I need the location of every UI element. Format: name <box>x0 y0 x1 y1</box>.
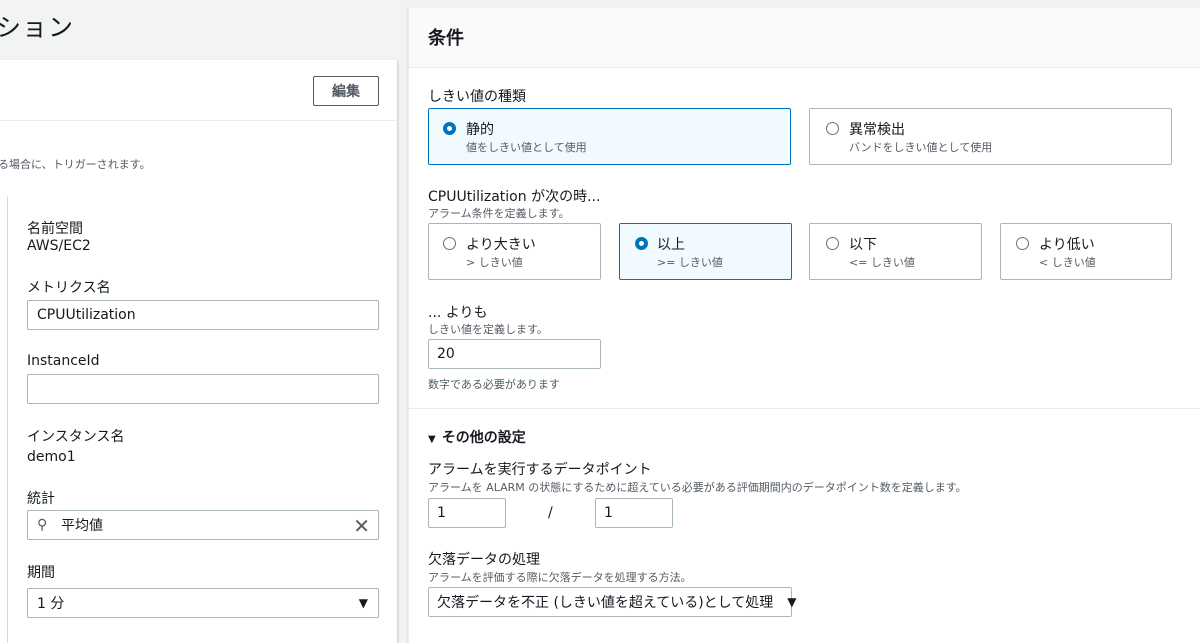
tile-desc: > しきい値 <box>466 256 523 269</box>
radio-selected-icon <box>635 237 648 250</box>
missing-data-desc: アラームを評価する際に欠落データを処理する方法。 <box>428 571 692 584</box>
conditions-panel: 条件 しきい値の種類 静的 値をしきい値として使用 異常検出 バンドをしきい値と… <box>408 8 1200 643</box>
datapoints-value-1: 1 <box>437 505 446 521</box>
radio-selected-icon <box>443 122 456 135</box>
when-desc: アラーム条件を定義します。 <box>428 207 570 220</box>
than-desc: しきい値を定義します。 <box>428 323 548 336</box>
statistic-search-field[interactable]: ⚲ 平均値 ✕ <box>27 510 379 540</box>
radio-icon <box>443 237 456 250</box>
metric-name-value: CPUUtilization <box>37 307 136 323</box>
conditions-title: 条件 <box>428 28 464 49</box>
datapoints-value-2: 1 <box>604 505 613 521</box>
tile-title: 以下 <box>849 237 877 253</box>
datapoints-desc: アラームを ALARM の状態にするために超えている必要がある評価期間内のデータ… <box>428 481 967 494</box>
additional-config-toggle[interactable]: ▼ その他の設定 <box>428 427 526 447</box>
when-label: CPUUtilization が次の時... <box>428 189 601 205</box>
caret-down-icon: ▼ <box>428 434 436 445</box>
threshold-type-static[interactable]: 静的 値をしきい値として使用 <box>428 108 791 165</box>
period-label: 期間 <box>27 565 55 581</box>
metric-name-field[interactable]: CPUUtilization <box>27 300 379 330</box>
tile-title: より低い <box>1039 237 1095 253</box>
metric-panel-header: 編集 <box>0 60 397 121</box>
clear-icon[interactable]: ✕ <box>353 514 370 538</box>
tile-title: より大きい <box>466 237 536 253</box>
page-title: ション <box>0 13 75 42</box>
caret-down-icon: ▼ <box>787 595 797 609</box>
radio-icon <box>826 122 839 135</box>
period-value: 1 分 <box>37 596 65 612</box>
tile-title: 静的 <box>466 122 494 138</box>
missing-data-value: 欠落データを不正 (しきい値を超えている)として処理 <box>437 595 774 611</box>
tile-desc: 値をしきい値として使用 <box>466 141 587 154</box>
metric-panel: 編集 る場合に、トリガーされます。 名前空間 AWS/EC2 メトリクス名 CP… <box>0 60 398 643</box>
threshold-hint: 数字である必要があります <box>428 378 560 391</box>
threshold-value: 20 <box>437 346 455 362</box>
instance-id-field[interactable] <box>27 374 379 404</box>
missing-data-label: 欠落データの処理 <box>428 552 540 568</box>
trigger-description: る場合に、トリガーされます。 <box>0 158 151 171</box>
additional-config-label: その他の設定 <box>441 430 526 446</box>
tile-title: 異常検出 <box>849 122 905 138</box>
threshold-type-label: しきい値の種類 <box>428 89 526 105</box>
instance-name-value: demo1 <box>27 449 76 465</box>
conditions-header: 条件 <box>409 8 1200 68</box>
datapoints-separator: / <box>548 505 553 521</box>
evaluation-periods-input[interactable]: 1 <box>595 498 673 528</box>
operator-lower[interactable]: より低い < しきい値 <box>1000 223 1172 280</box>
datapoints-to-alarm-input[interactable]: 1 <box>428 498 506 528</box>
statistic-label: 統計 <box>27 491 55 507</box>
namespace-label: 名前空間 <box>27 221 83 237</box>
tile-desc: バンドをしきい値として使用 <box>849 141 993 154</box>
search-icon: ⚲ <box>37 517 48 533</box>
edit-button[interactable]: 編集 <box>313 76 379 106</box>
metric-name-label: メトリクス名 <box>27 280 111 296</box>
divider <box>7 196 8 643</box>
tile-desc: >= しきい値 <box>657 256 723 269</box>
missing-data-select[interactable]: 欠落データを不正 (しきい値を超えている)として処理 ▼ <box>428 587 797 617</box>
than-label: ... よりも <box>428 305 488 321</box>
instance-id-label: InstanceId <box>27 353 100 369</box>
operator-greater[interactable]: より大きい > しきい値 <box>428 223 601 280</box>
radio-icon <box>1016 237 1029 250</box>
tile-title: 以上 <box>657 237 685 253</box>
tile-desc: < しきい値 <box>1039 256 1096 269</box>
namespace-value: AWS/EC2 <box>27 238 91 254</box>
operator-less-or-equal[interactable]: 以下 <= しきい値 <box>809 223 982 280</box>
threshold-type-anomaly[interactable]: 異常検出 バンドをしきい値として使用 <box>809 108 1172 165</box>
radio-icon <box>826 237 839 250</box>
tile-desc: <= しきい値 <box>849 256 915 269</box>
section-divider <box>409 408 1200 409</box>
operator-greater-or-equal[interactable]: 以上 >= しきい値 <box>619 223 792 280</box>
threshold-input[interactable]: 20 <box>428 339 601 369</box>
caret-down-icon: ▼ <box>358 596 368 610</box>
statistic-value: 平均値 <box>61 518 103 534</box>
instance-name-label: インスタンス名 <box>27 429 125 445</box>
datapoints-label: アラームを実行するデータポイント <box>428 462 652 478</box>
period-select[interactable]: 1 分 ▼ <box>27 588 379 618</box>
